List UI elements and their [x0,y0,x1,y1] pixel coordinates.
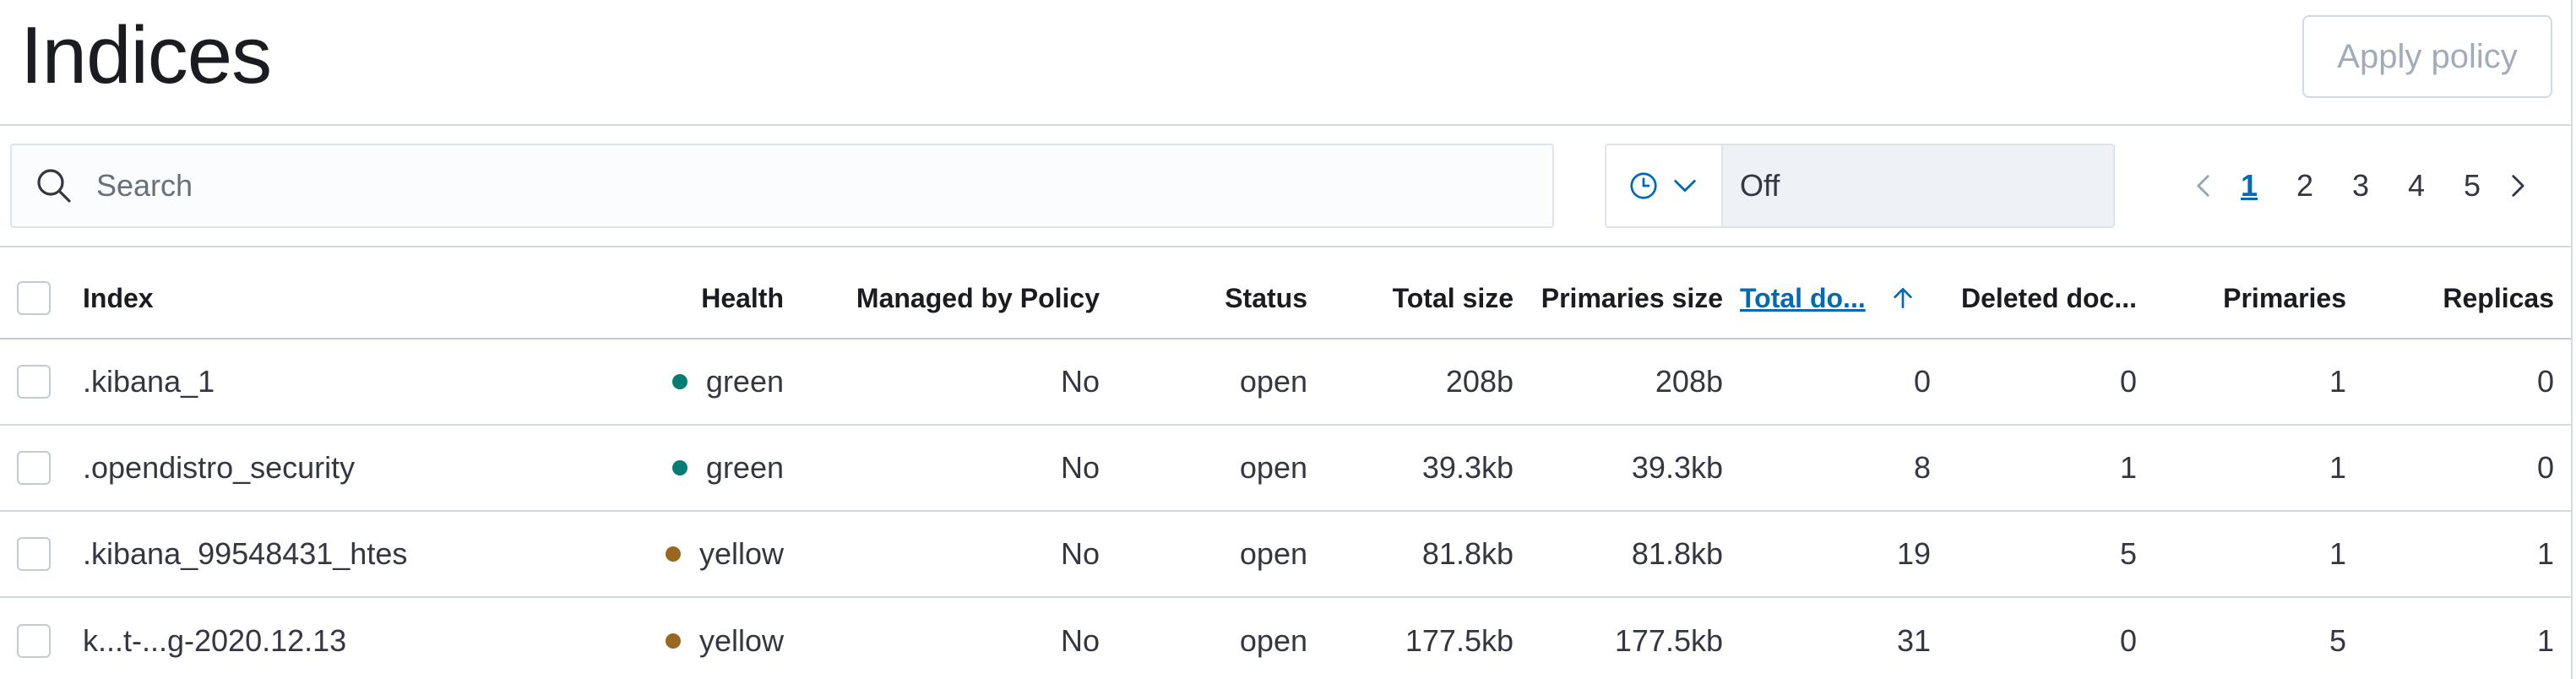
previous-page-button[interactable] [2187,169,2221,203]
sort-ascending-icon [1894,288,1912,308]
column-header-replicas[interactable]: Replicas [2356,258,2554,338]
managed-cell: No [1060,450,1100,485]
column-header-total-size[interactable]: Total size [1318,258,1514,338]
column-header-index[interactable]: Index [83,258,590,338]
health-dot-icon [671,460,687,475]
chevron-down-icon [1674,179,1696,193]
health-dot-icon [665,633,681,649]
column-header-primaries[interactable]: Primaries [2145,258,2346,338]
status-cell: open [1239,450,1307,485]
header-divider [0,124,2571,126]
auto-refresh-control: Off [1605,144,2115,228]
chevron-right-icon [2512,175,2524,197]
search-input[interactable]: Search [10,144,1554,228]
refresh-interval-value: Off [1723,145,2113,226]
total-size-cell: 177.5kb [1405,623,1514,658]
page-2-button[interactable]: 2 [2277,168,2333,204]
primaries-cell: 1 [2329,536,2346,571]
table-row: .kibana_99548431_htes yellow No open 81.… [0,512,2571,598]
column-header-primaries-size[interactable]: Primaries size [1520,258,1723,338]
table-header-row: Index Health Managed by Policy Status To… [0,258,2571,340]
page-5-button[interactable]: 5 [2444,168,2500,204]
clock-icon [1630,172,1657,199]
deleted-docs-cell: 1 [2119,450,2137,485]
row-checkbox[interactable] [17,537,51,571]
total-docs-cell: 31 [1896,623,1931,658]
managed-cell: No [1060,623,1100,658]
column-header-health[interactable]: Health [591,258,784,338]
health-label: yellow [698,536,784,571]
toolbar-divider [0,246,2571,247]
managed-cell: No [1060,364,1100,399]
primaries-cell: 5 [2329,623,2346,658]
primaries-size-cell: 81.8kb [1631,536,1723,571]
row-checkbox[interactable] [17,451,51,485]
page-4-button[interactable]: 4 [2389,168,2444,204]
total-docs-cell: 8 [1913,450,1931,485]
index-name: .opendistro_security [83,450,356,485]
managed-cell: No [1060,536,1100,571]
apply-policy-button[interactable]: Apply policy [2302,15,2552,98]
total-docs-sort-link[interactable]: Total do... [1740,283,1866,314]
primaries-size-cell: 39.3kb [1631,450,1723,485]
total-docs-cell: 19 [1896,536,1931,571]
chevron-left-icon [2197,175,2209,197]
search-placeholder: Search [96,168,193,203]
replicas-cell: 1 [2536,536,2554,571]
indices-table: Index Health Managed by Policy Status To… [0,258,2571,679]
refresh-interval-button[interactable] [1606,145,1723,226]
deleted-docs-cell: 0 [2119,364,2137,399]
primaries-size-cell: 208b [1655,364,1723,399]
page-3-button[interactable]: 3 [2333,168,2389,204]
row-checkbox[interactable] [17,365,51,399]
health-dot-icon [671,374,687,389]
column-header-managed[interactable]: Managed by Policy [794,258,1100,338]
row-checkbox[interactable] [17,624,51,658]
next-page-button[interactable] [2500,169,2534,203]
health-label: yellow [698,623,784,658]
health-cell: green [591,426,784,510]
table-row: k...t-...g-2020.12.13 yellow No open 177… [0,598,2571,679]
status-cell: open [1239,536,1307,571]
pagination: 1 2 3 4 5 [2187,152,2534,220]
replicas-cell: 0 [2536,450,2554,485]
deleted-docs-cell: 5 [2119,536,2137,571]
replicas-cell: 1 [2536,623,2554,658]
health-label: green [705,450,784,485]
index-name: k...t-...g-2020.12.13 [83,623,347,658]
status-cell: open [1239,623,1307,658]
select-all-checkbox[interactable] [17,281,51,315]
page-title: Indices [20,10,272,100]
search-icon [37,169,71,203]
replicas-cell: 0 [2536,364,2554,399]
total-size-cell: 39.3kb [1421,450,1514,485]
total-docs-cell: 0 [1913,364,1931,399]
table-row: .kibana_1 green No open 208b 208b 0 0 1 … [0,340,2571,426]
health-dot-icon [665,546,681,562]
table-row: .opendistro_security green No open 39.3k… [0,426,2571,512]
primaries-cell: 1 [2329,364,2346,399]
deleted-docs-cell: 0 [2119,623,2137,658]
health-cell: yellow [591,512,784,596]
health-cell: green [591,340,784,424]
column-header-status[interactable]: Status [1106,258,1307,338]
primaries-cell: 1 [2329,450,2346,485]
status-cell: open [1239,364,1307,399]
health-label: green [705,364,784,399]
index-name: .kibana_1 [83,364,215,399]
column-header-deleted-docs[interactable]: Deleted doc... [1934,258,2137,338]
primaries-size-cell: 177.5kb [1614,623,1723,658]
total-size-cell: 81.8kb [1421,536,1514,571]
index-name: .kibana_99548431_htes [83,536,408,571]
total-size-cell: 208b [1445,364,1514,399]
page-1-button[interactable]: 1 [2221,168,2277,204]
health-cell: yellow [591,598,784,679]
column-header-total-docs[interactable]: Total do... [1740,258,1931,338]
right-border [2571,0,2573,679]
